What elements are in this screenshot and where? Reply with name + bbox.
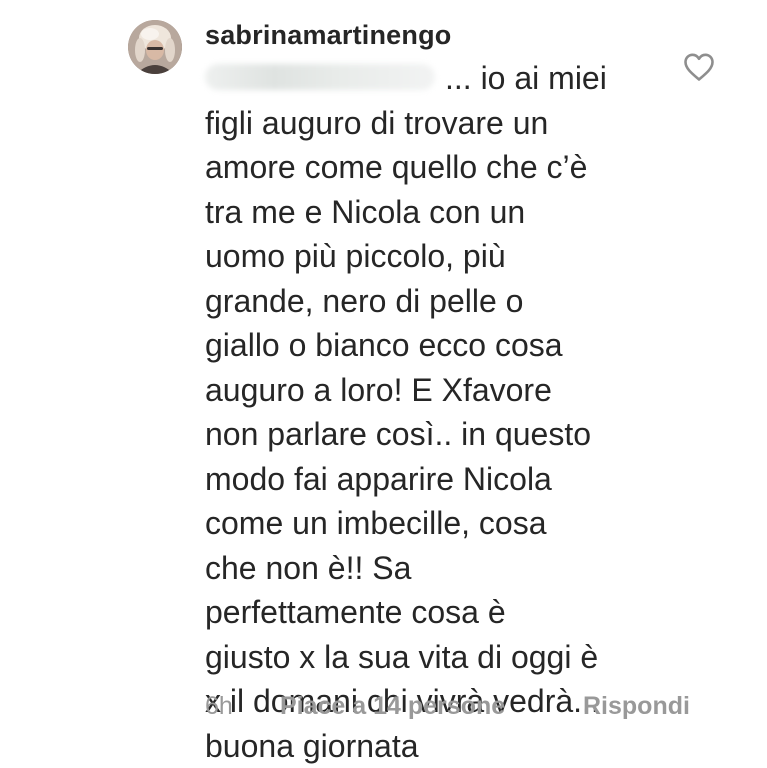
comment-text-line: auguro a loro! E Xfavore [205,368,675,413]
comment-text-line: giusto x la sua vita di oggi è [205,635,675,680]
avatar[interactable] [128,20,182,74]
comment-text-line: grande, nero di pelle o [205,279,675,324]
comment-text-line: modo fai apparire Nicola [205,457,675,502]
comment-text-line: uomo più piccolo, più [205,234,675,279]
comment-text-line: che non è!! Sa [205,546,675,591]
comment-text-line: figli auguro di trovare un [205,101,675,146]
comment-text-line: tra me e Nicola con un [205,190,675,235]
comment-text-line: buona giornata [205,724,675,768]
comment-text-line: ... io ai miei [205,56,675,101]
comment-text-line: non parlare così.. in questo [205,412,675,457]
likes-link[interactable]: Piace a 14 persone [280,692,505,721]
heart-outline-icon[interactable] [683,52,715,82]
comment-text-line: giallo o bianco ecco cosa [205,323,675,368]
comment-text-line: perfettamente cosa è [205,590,675,635]
comment-username[interactable]: sabrinamartinengo [205,20,451,51]
comment-text: ... io ai miei figli auguro di trovare u… [205,56,675,768]
avatar-photo [128,20,182,74]
comment-text-line: amore come quello che c’è [205,145,675,190]
comment-text-line: come un imbecille, cosa [205,501,675,546]
reply-button[interactable]: Rispondi [583,692,690,721]
comment-timestamp: 6h [205,692,233,721]
